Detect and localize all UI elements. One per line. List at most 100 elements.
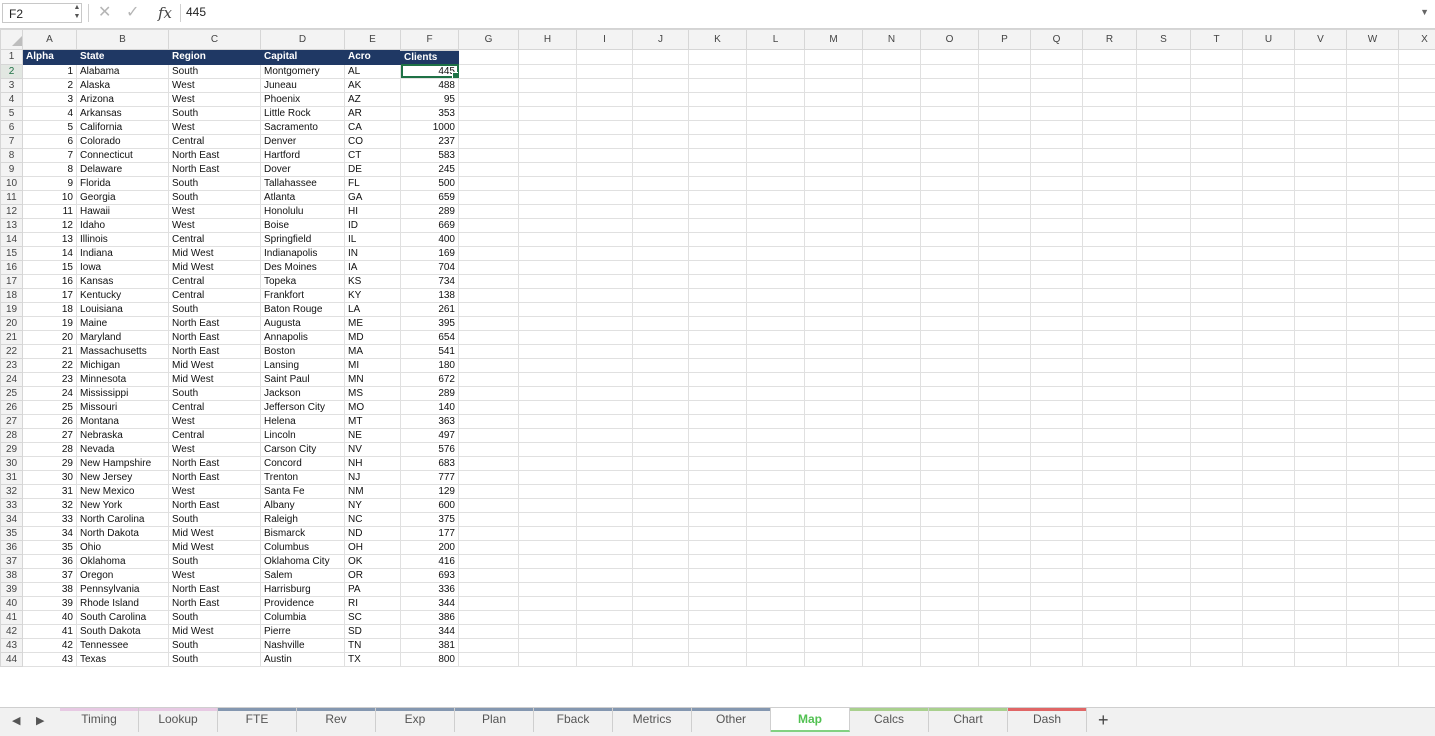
worksheet-grid[interactable]: ABCDEFGHIJKLMNOPQRSTUVWX1AlphaStateRegio… — [0, 29, 1435, 707]
cell[interactable]: SD — [345, 624, 401, 638]
cell[interactable] — [633, 106, 689, 120]
selected-cell[interactable]: 445 — [401, 64, 459, 78]
cell[interactable] — [747, 204, 805, 218]
cell[interactable]: Michigan — [77, 358, 169, 372]
cell[interactable] — [633, 50, 689, 65]
cell[interactable] — [1031, 372, 1083, 386]
cell[interactable] — [863, 358, 921, 372]
cell[interactable] — [805, 624, 863, 638]
cell[interactable] — [689, 540, 747, 554]
cell[interactable] — [1243, 428, 1295, 442]
next-sheet-icon[interactable]: ▶ — [36, 714, 44, 727]
cell[interactable] — [577, 78, 633, 92]
cell[interactable] — [459, 596, 519, 610]
cell[interactable] — [459, 512, 519, 526]
cell[interactable] — [577, 190, 633, 204]
row-header-28[interactable]: 28 — [1, 428, 23, 442]
cell[interactable]: 11 — [23, 204, 77, 218]
cell[interactable]: OK — [345, 554, 401, 568]
cell[interactable] — [1243, 134, 1295, 148]
cell[interactable] — [519, 344, 577, 358]
cell[interactable]: West — [169, 92, 261, 106]
cell[interactable] — [805, 344, 863, 358]
cell[interactable] — [863, 568, 921, 582]
cell[interactable] — [1399, 162, 1435, 176]
cell[interactable] — [633, 414, 689, 428]
cell[interactable] — [1031, 246, 1083, 260]
cell[interactable]: Mid West — [169, 540, 261, 554]
cell[interactable]: MD — [345, 330, 401, 344]
cell[interactable] — [633, 400, 689, 414]
cell[interactable] — [979, 358, 1031, 372]
cell[interactable] — [1083, 526, 1137, 540]
cell[interactable]: Pierre — [261, 624, 345, 638]
cell[interactable] — [577, 344, 633, 358]
cell[interactable] — [519, 610, 577, 624]
cell[interactable] — [577, 554, 633, 568]
cell[interactable] — [979, 330, 1031, 344]
cell[interactable] — [805, 386, 863, 400]
cell[interactable] — [805, 582, 863, 596]
row-header-36[interactable]: 36 — [1, 540, 23, 554]
cell[interactable] — [689, 442, 747, 456]
cell[interactable] — [1137, 456, 1191, 470]
cell[interactable] — [1295, 204, 1347, 218]
cell[interactable] — [577, 428, 633, 442]
cell[interactable] — [805, 428, 863, 442]
cell[interactable] — [805, 148, 863, 162]
cell[interactable] — [633, 162, 689, 176]
cell[interactable]: Ohio — [77, 540, 169, 554]
cell[interactable] — [979, 652, 1031, 666]
cell[interactable]: South — [169, 554, 261, 568]
row-header-11[interactable]: 11 — [1, 190, 23, 204]
cell[interactable] — [577, 638, 633, 652]
cell[interactable] — [1295, 638, 1347, 652]
cell[interactable]: 35 — [23, 540, 77, 554]
cell[interactable] — [519, 358, 577, 372]
cell[interactable] — [1399, 148, 1435, 162]
cell[interactable]: West — [169, 204, 261, 218]
cell[interactable] — [1243, 246, 1295, 260]
cell[interactable] — [1191, 288, 1243, 302]
cell[interactable] — [1243, 526, 1295, 540]
cell[interactable] — [1243, 120, 1295, 134]
cell[interactable] — [577, 540, 633, 554]
cell[interactable] — [519, 162, 577, 176]
cell[interactable] — [1191, 120, 1243, 134]
cell[interactable]: 23 — [23, 372, 77, 386]
cell[interactable] — [1295, 624, 1347, 638]
cell[interactable] — [1347, 512, 1399, 526]
cell[interactable]: Atlanta — [261, 190, 345, 204]
cell[interactable] — [577, 260, 633, 274]
cell[interactable] — [1083, 316, 1137, 330]
cell[interactable]: North Carolina — [77, 512, 169, 526]
cell[interactable] — [1083, 92, 1137, 106]
cell[interactable]: 583 — [401, 148, 459, 162]
cell[interactable] — [921, 386, 979, 400]
cell[interactable] — [1137, 358, 1191, 372]
cell[interactable] — [577, 624, 633, 638]
cell[interactable] — [863, 610, 921, 624]
column-header-n[interactable]: N — [863, 30, 921, 50]
cell[interactable] — [519, 484, 577, 498]
add-sheet-icon[interactable]: + — [1098, 710, 1109, 731]
cell[interactable] — [519, 414, 577, 428]
cell[interactable] — [747, 498, 805, 512]
cell[interactable] — [1295, 652, 1347, 666]
cell[interactable] — [1399, 372, 1435, 386]
cell[interactable]: Massachusetts — [77, 344, 169, 358]
cell[interactable]: North East — [169, 148, 261, 162]
cell[interactable] — [921, 190, 979, 204]
column-header-r[interactable]: R — [1083, 30, 1137, 50]
cell[interactable] — [1295, 330, 1347, 344]
column-header-w[interactable]: W — [1347, 30, 1399, 50]
cell[interactable] — [1083, 358, 1137, 372]
cell[interactable]: 289 — [401, 386, 459, 400]
cell[interactable] — [747, 64, 805, 78]
cell[interactable] — [863, 190, 921, 204]
cell[interactable]: 289 — [401, 204, 459, 218]
cell[interactable]: Central — [169, 428, 261, 442]
cell[interactable]: North East — [169, 316, 261, 330]
cell[interactable] — [1031, 638, 1083, 652]
cell[interactable] — [459, 442, 519, 456]
